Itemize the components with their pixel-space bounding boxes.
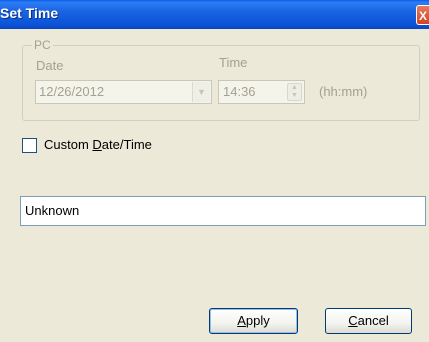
cancel-label: ancel	[357, 313, 389, 328]
apply-accel: A	[237, 313, 246, 328]
close-button[interactable]: X	[416, 5, 429, 25]
custom-datetime-label[interactable]: Custom Date/Time	[44, 137, 152, 152]
chevron-down-icon[interactable]: ▼	[192, 82, 210, 102]
set-time-dialog: Set Time X PC Date Time 12/26/2012 ▼ 14:…	[0, 0, 429, 342]
date-label: Date	[36, 58, 64, 73]
time-format-hint: (hh:mm)	[319, 84, 368, 99]
apply-label: pply	[245, 313, 270, 328]
custom-label-suffix: ate/Time	[101, 137, 152, 152]
custom-label-accel: D	[92, 137, 102, 152]
cancel-button[interactable]: Cancel	[325, 308, 412, 334]
pc-group-legend: PC	[32, 38, 53, 52]
close-icon: X	[419, 9, 428, 23]
time-label: Time	[219, 55, 248, 70]
status-field[interactable]: Unknown	[20, 196, 426, 226]
custom-label-prefix: Custom	[44, 137, 93, 152]
spinner-icon[interactable]: ▲ ▼	[287, 83, 302, 101]
window-title: Set Time	[0, 5, 59, 21]
date-value: 12/26/2012	[39, 84, 105, 99]
time-spinner[interactable]: 14:36 ▲ ▼	[218, 80, 305, 104]
status-value: Unknown	[25, 203, 80, 218]
apply-button[interactable]: Apply	[209, 308, 298, 334]
date-combobox[interactable]: 12/26/2012 ▼	[35, 80, 212, 104]
title-bar: Set Time X	[0, 0, 429, 29]
time-value: 14:36	[223, 84, 256, 99]
cancel-accel: C	[348, 313, 358, 328]
custom-datetime-checkbox[interactable]	[22, 138, 37, 153]
